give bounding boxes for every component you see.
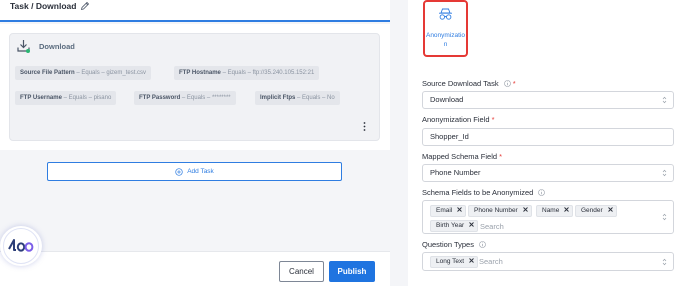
pencil-icon[interactable] — [80, 1, 90, 11]
anon-field-value: Shopper_Id — [430, 132, 469, 141]
source-task-label-text: Source Download Task — [422, 79, 499, 88]
source-task-label: Source Download Task * — [422, 79, 516, 88]
param-value: – Equals – gizem_test.csv — [74, 70, 147, 76]
tag-birth-year: Birth Year — [430, 220, 478, 232]
anon-field-input[interactable]: Shopper_Id — [422, 128, 674, 146]
param-chip-ftp-username: FTP Username – Equals – pisano — [15, 91, 117, 105]
param-value: – Equals – ftp://35.240.105.152:21 — [220, 70, 315, 76]
param-chip-implicit-ftps: Implicit Ftps – Equals – No — [255, 91, 340, 105]
tag-email: Email — [430, 205, 467, 217]
tag-label: Gender — [581, 207, 603, 214]
close-x-icon[interactable] — [469, 222, 474, 227]
param-value: – Equals – No — [295, 95, 335, 101]
kebab-menu-icon[interactable] — [363, 122, 366, 131]
publish-button[interactable]: Publish — [329, 261, 375, 282]
schema-fields-multiselect[interactable]: Email Phone Number Name Gender Birth Yea… — [422, 200, 674, 234]
mapped-field-value: Phone Number — [430, 168, 481, 177]
source-task-select[interactable]: Download — [422, 91, 674, 109]
param-chip-source-file: Source File Pattern – Equals – gizem_tes… — [15, 66, 152, 80]
question-types-search[interactable]: Search — [479, 257, 503, 266]
plus-circle-icon — [175, 167, 183, 176]
source-task-value: Download — [430, 95, 464, 104]
param-chip-ftp-password: FTP Password – Equals – ******** — [134, 91, 236, 105]
close-x-icon[interactable] — [469, 258, 474, 263]
sort-updown-icon — [662, 258, 667, 266]
tag-name: Name — [536, 205, 574, 217]
close-x-icon[interactable] — [457, 207, 462, 212]
anon-field-label-text: Anonymization Field — [422, 115, 490, 124]
download-icon — [17, 40, 30, 53]
tag-gender: Gender — [575, 205, 617, 217]
task-body: Download Source File Pattern – Equals – … — [0, 24, 390, 150]
anonymization-label: Anonymization — [425, 32, 466, 48]
add-task-label: Add Task — [187, 168, 214, 175]
incognito-icon — [439, 8, 452, 20]
param-chip-ftp-hostname: FTP Hostname – Equals – ftp://35.240.105… — [174, 66, 320, 80]
footer-bar: Cancel Publish — [0, 251, 390, 286]
param-key: Implicit Ftps — [260, 95, 296, 101]
info-icon — [503, 80, 511, 87]
close-x-icon[interactable] — [564, 207, 569, 212]
close-x-icon[interactable] — [522, 207, 528, 212]
required-asterisk: * — [491, 115, 495, 124]
param-key: FTP Username — [20, 95, 62, 101]
download-label: Download — [39, 42, 75, 51]
tag-label: Long Text — [436, 258, 465, 265]
question-types-multiselect[interactable]: Long Text Search — [422, 252, 674, 271]
tag-long-text: Long Text — [430, 256, 478, 268]
param-key: FTP Password — [139, 95, 181, 101]
config-panel: Anonymization Source Download Task * Dow… — [408, 0, 688, 286]
add-task-button[interactable]: Add Task — [47, 162, 342, 181]
question-types-label-text: Question Types — [422, 240, 474, 249]
param-key: FTP Hostname — [179, 70, 221, 76]
param-value: – Equals – pisano — [61, 95, 112, 101]
info-icon — [479, 241, 486, 248]
sort-updown-icon — [662, 213, 667, 221]
required-asterisk: * — [512, 79, 516, 88]
schema-fields-label-text: Schema Fields to be Anonymized — [422, 188, 534, 197]
mapped-field-label-text: Mapped Schema Field — [422, 152, 498, 161]
tag-label: Email — [436, 207, 453, 214]
sort-updown-icon — [662, 96, 667, 104]
leo-logo[interactable] — [0, 226, 42, 266]
anonymization-task-tile[interactable]: Anonymization — [423, 0, 468, 57]
tag-label: Name — [542, 207, 560, 214]
mapped-field-select[interactable]: Phone Number — [422, 164, 674, 182]
question-types-label: Question Types — [422, 240, 486, 249]
tag-label: Birth Year — [436, 222, 465, 229]
required-asterisk: * — [499, 152, 503, 161]
workflow-panel: Task / Download Download Source File Pat… — [0, 0, 390, 286]
sort-updown-icon — [662, 169, 667, 177]
schema-fields-label: Schema Fields to be Anonymized — [422, 188, 546, 197]
cancel-button[interactable]: Cancel — [279, 261, 324, 282]
tag-label: Phone Number — [474, 207, 518, 214]
task-header: Task / Download — [0, 0, 390, 22]
param-key: Source File Pattern — [20, 70, 75, 76]
param-value: – Equals – ******** — [180, 95, 231, 101]
tag-phone-number: Phone Number — [468, 205, 532, 217]
schema-fields-search[interactable]: Search — [480, 222, 504, 231]
download-task-card[interactable]: Download Source File Pattern – Equals – … — [9, 33, 380, 141]
task-title: Task / Download — [10, 1, 77, 11]
mapped-field-label: Mapped Schema Field * — [422, 152, 502, 161]
close-x-icon[interactable] — [607, 207, 613, 212]
anon-field-label: Anonymization Field * — [422, 115, 495, 124]
info-icon — [538, 189, 546, 196]
